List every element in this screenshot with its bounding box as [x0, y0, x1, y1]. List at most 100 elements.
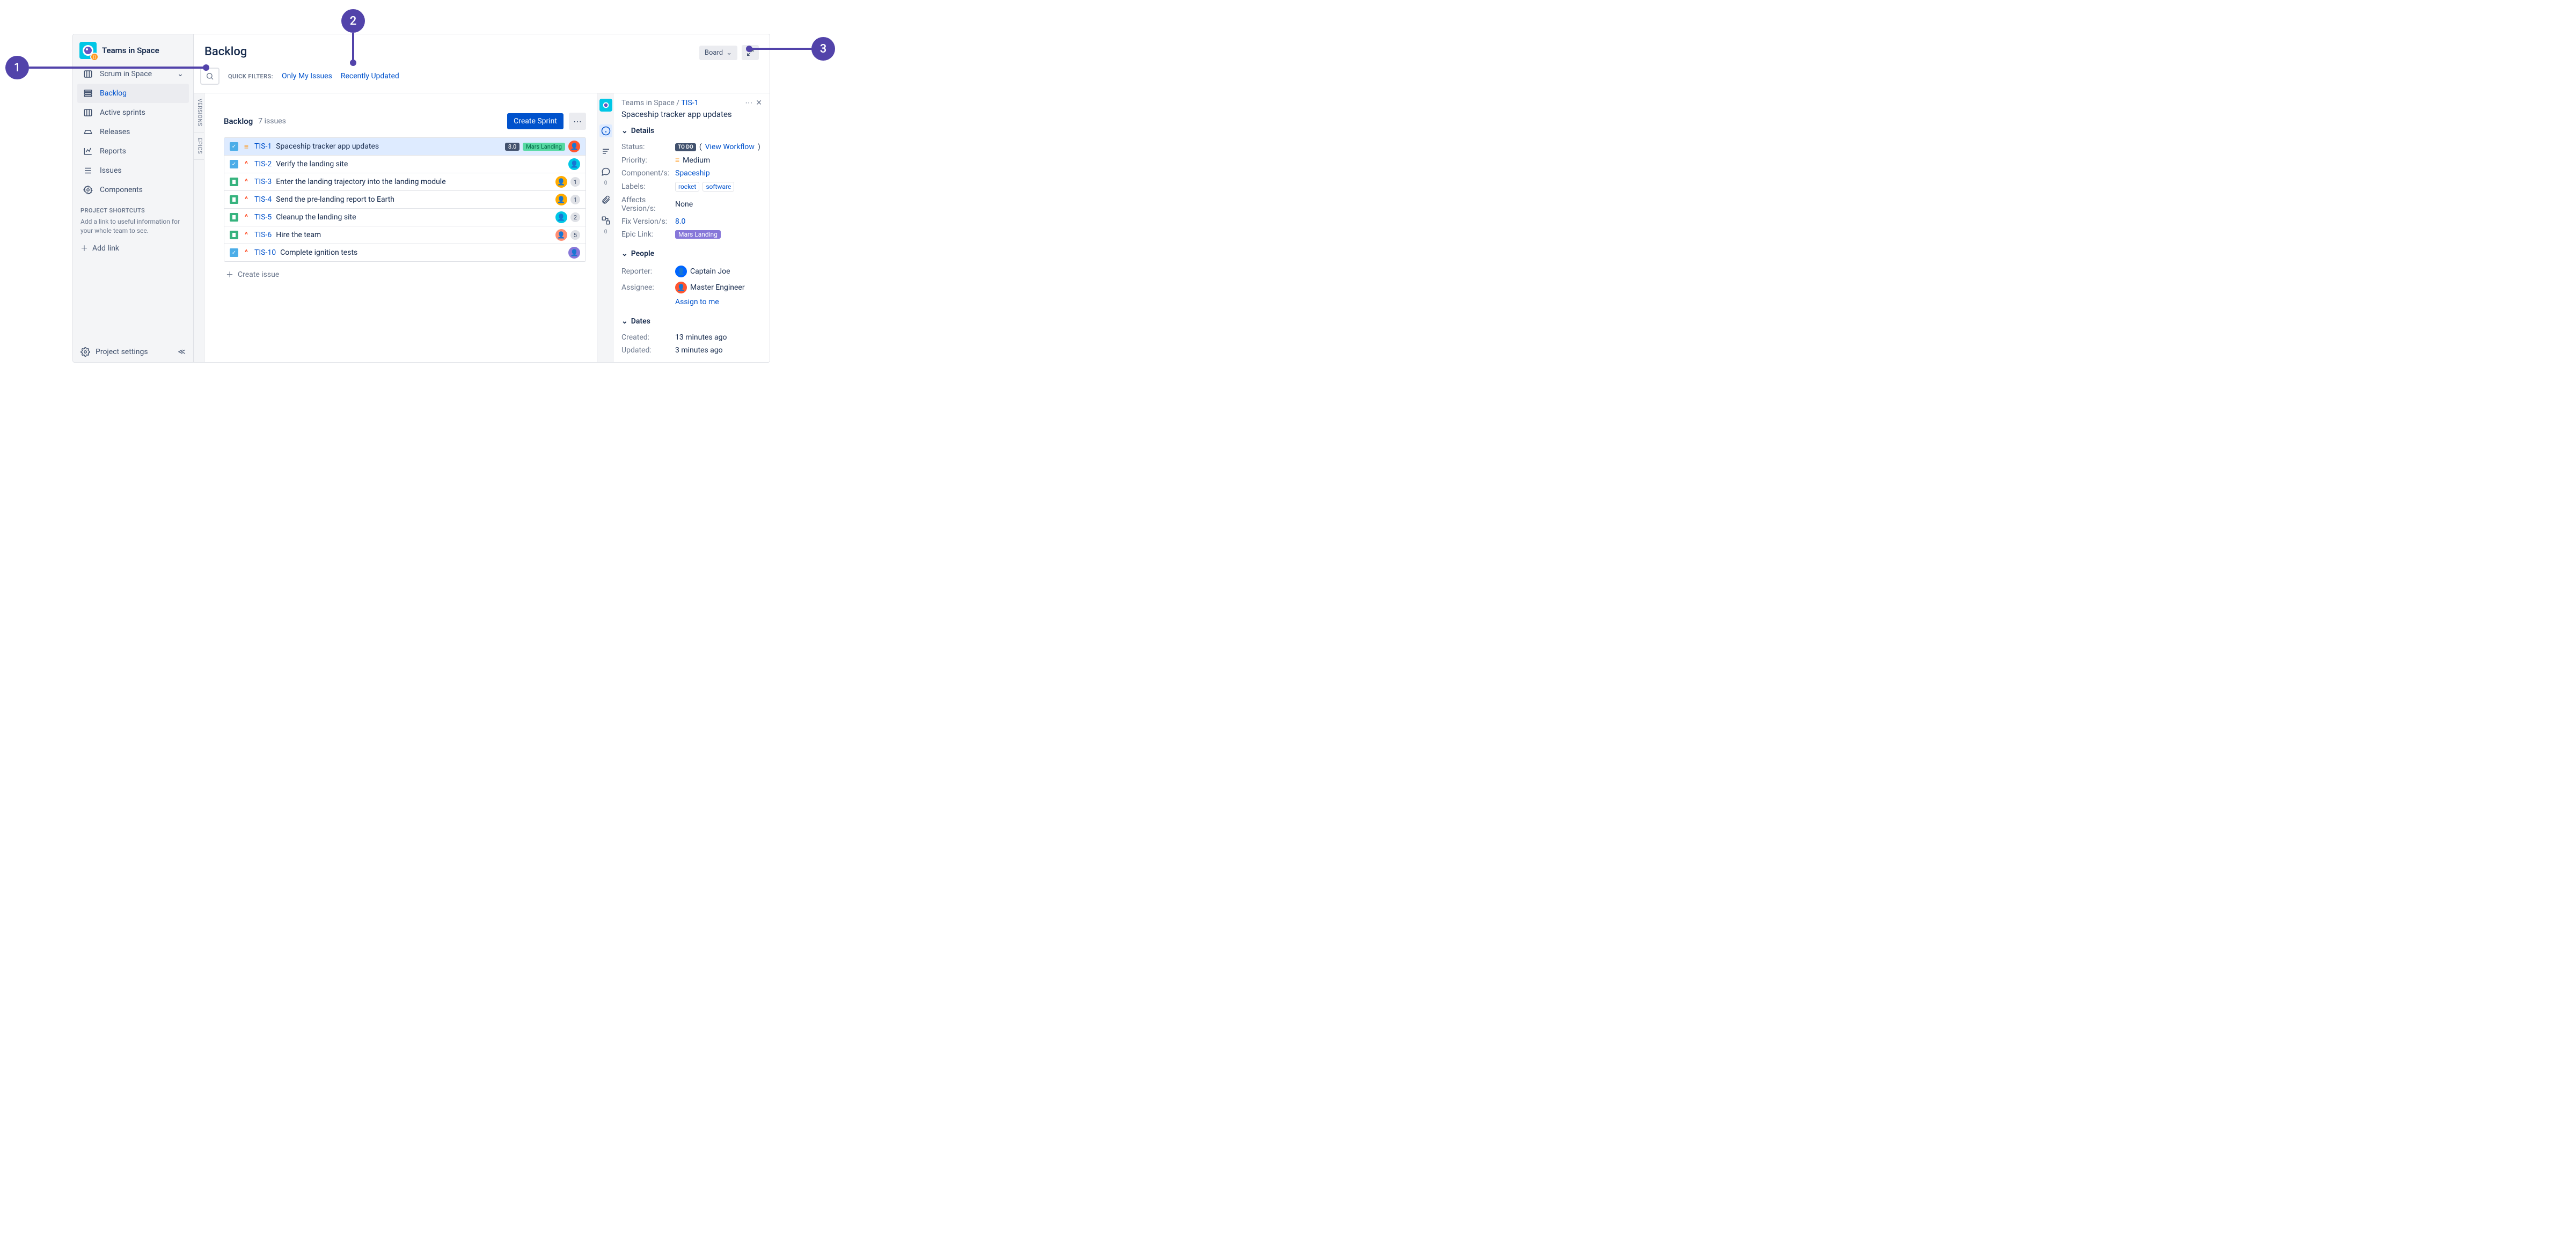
create-sprint-button[interactable]: Create Sprint: [507, 113, 564, 129]
search-input[interactable]: [200, 68, 219, 85]
add-link[interactable]: ＋ Add link: [80, 243, 186, 254]
created-label: Created:: [621, 333, 675, 342]
issue-key[interactable]: TIS-2: [254, 160, 272, 168]
issue-key[interactable]: TIS-5: [254, 213, 272, 222]
project-settings-link[interactable]: Project settings: [96, 348, 148, 356]
rail-info-icon[interactable]: [599, 124, 612, 137]
epic-badge: Mars Landing: [523, 143, 565, 151]
components-label: Component/s:: [621, 169, 675, 178]
project-shortcuts: Project Shortcuts Add a link to useful i…: [73, 200, 193, 261]
label-rocket[interactable]: rocket: [675, 182, 699, 192]
assignee-avatar: 👤: [555, 194, 567, 205]
view-workflow-link[interactable]: View Workflow: [705, 143, 755, 151]
project-avatar: ⟨⟩: [79, 42, 97, 59]
status-value: To Do (View Workflow): [675, 143, 760, 151]
issue-key[interactable]: TIS-1: [254, 142, 272, 151]
chevron-down-icon: ⌄: [621, 127, 628, 135]
sidebar-item-reports[interactable]: Reports: [77, 142, 189, 161]
app-frame: ⟨⟩ Teams in Space Scrum in Space ⌄ Backl…: [72, 34, 770, 363]
annotation-line-3: [751, 48, 813, 50]
left-rail: Versions Epics: [194, 93, 204, 363]
issue-list: ✓≡TIS-1Spaceship tracker app updates8.0M…: [224, 137, 586, 262]
reporter-label: Reporter:: [621, 267, 675, 276]
issue-key[interactable]: TIS-6: [254, 231, 272, 239]
quick-filter-recently-updated[interactable]: Recently Updated: [341, 72, 399, 80]
sidebar-header: ⟨⟩ Teams in Space: [73, 34, 193, 64]
people-section-header[interactable]: ⌄People: [621, 249, 762, 258]
story-type-icon: [230, 231, 238, 239]
sidebar-item-components[interactable]: Components: [77, 180, 189, 200]
issue-row[interactable]: ✓≡TIS-1Spaceship tracker app updates8.0M…: [224, 138, 586, 156]
issue-row-right: 👤1: [555, 176, 580, 188]
priority-high-icon: ^: [243, 214, 250, 221]
details-panel: Teams in Space / TIS-1 ⋯ ✕ Spaceship tra…: [614, 93, 770, 363]
issue-row[interactable]: ✓^TIS-10Complete ignition tests👤: [224, 244, 586, 261]
sidebar-item-issues[interactable]: Issues: [77, 161, 189, 180]
more-icon[interactable]: ⋯: [745, 99, 752, 107]
task-type-icon: ✓: [230, 142, 238, 151]
issue-row[interactable]: ^TIS-6Hire the team👤5: [224, 226, 586, 244]
list-icon: [83, 165, 93, 176]
updated-label: Updated:: [621, 346, 675, 355]
board-dropdown[interactable]: Board⌄: [699, 46, 737, 60]
issue-summary: Spaceship tracker app updates: [276, 142, 379, 151]
assignee-value: 👤Master Engineer: [675, 282, 745, 293]
board-selector-label: Scrum in Space: [100, 70, 152, 78]
people-section: ⌄People Reporter:👤Captain Joe Assignee:👤…: [621, 249, 762, 308]
quick-filter-my-issues[interactable]: Only My Issues: [282, 72, 332, 80]
avatar: 👤: [675, 282, 687, 293]
dp-header: Teams in Space / TIS-1 ⋯ ✕: [621, 99, 762, 107]
issue-row[interactable]: ^TIS-5Cleanup the landing site👤2: [224, 209, 586, 226]
close-icon[interactable]: ✕: [756, 99, 762, 107]
breadcrumb-key[interactable]: TIS-1: [681, 99, 698, 107]
label-software[interactable]: software: [702, 182, 734, 192]
issue-row[interactable]: ^TIS-4Send the pre-landing report to Ear…: [224, 191, 586, 209]
issue-row-right: 👤5: [555, 229, 580, 241]
dates-section: ⌄Dates Created:13 minutes ago Updated:3 …: [621, 317, 762, 357]
issue-key[interactable]: TIS-4: [254, 195, 272, 204]
rail-comments-icon[interactable]: [599, 165, 612, 178]
issue-row-right: 👤: [568, 247, 580, 259]
add-link-label: Add link: [92, 244, 119, 253]
assign-to-me-link[interactable]: Assign to me: [675, 298, 719, 306]
epic-label: Epic Link:: [621, 230, 675, 239]
dates-section-header[interactable]: ⌄Dates: [621, 317, 762, 326]
details-section-header[interactable]: ⌄Details: [621, 127, 762, 135]
task-type-icon: ✓: [230, 160, 238, 168]
count-pill: 1: [570, 195, 580, 204]
versions-tab[interactable]: Versions: [194, 93, 204, 133]
create-issue-link[interactable]: ＋ Create issue: [224, 269, 586, 280]
annotation-dot-3: [746, 46, 752, 52]
count-pill: 1: [570, 177, 580, 187]
collapse-sidebar-icon[interactable]: ≪: [178, 348, 186, 356]
epics-tab[interactable]: Epics: [194, 133, 204, 160]
issue-row[interactable]: ^TIS-3Enter the landing trajectory into …: [224, 173, 586, 191]
rail-description-icon[interactable]: [599, 145, 612, 158]
issue-key[interactable]: TIS-3: [254, 178, 272, 186]
priority-high-icon: ^: [243, 249, 250, 256]
issue-key[interactable]: TIS-10: [254, 248, 276, 257]
gear-icon: [83, 185, 93, 195]
labels-value: rocketsoftware: [675, 182, 734, 192]
detail-rail: 0 0: [597, 93, 614, 363]
rail-subtasks-icon[interactable]: [599, 214, 612, 227]
rail-attachments-icon[interactable]: [599, 194, 612, 207]
epic-value[interactable]: Mars Landing: [675, 230, 721, 239]
breadcrumb-project[interactable]: Teams in Space: [621, 99, 675, 107]
sidebar-item-active-sprints[interactable]: Active sprints: [77, 103, 189, 122]
sidebar-item-releases[interactable]: Releases: [77, 122, 189, 142]
annotation-3: 3: [811, 37, 835, 61]
components-value[interactable]: Spaceship: [675, 169, 710, 178]
backlog-count: 7 issues: [258, 117, 286, 126]
backlog-area: Backlog 7 issues Create Sprint ⋯ ✓≡TIS-1…: [204, 93, 597, 363]
assignee-avatar: 👤: [568, 141, 580, 152]
story-type-icon: [230, 213, 238, 222]
issue-row[interactable]: ✓^TIS-2Verify the landing site👤: [224, 156, 586, 173]
created-value: 13 minutes ago: [675, 333, 727, 342]
backlog-more-button[interactable]: ⋯: [569, 113, 586, 130]
priority-high-icon: ^: [243, 160, 250, 168]
plus-icon: ＋: [226, 269, 233, 280]
fix-value[interactable]: 8.0: [675, 217, 685, 226]
count-pill: 2: [570, 212, 580, 222]
sidebar-item-backlog[interactable]: Backlog: [77, 84, 189, 103]
